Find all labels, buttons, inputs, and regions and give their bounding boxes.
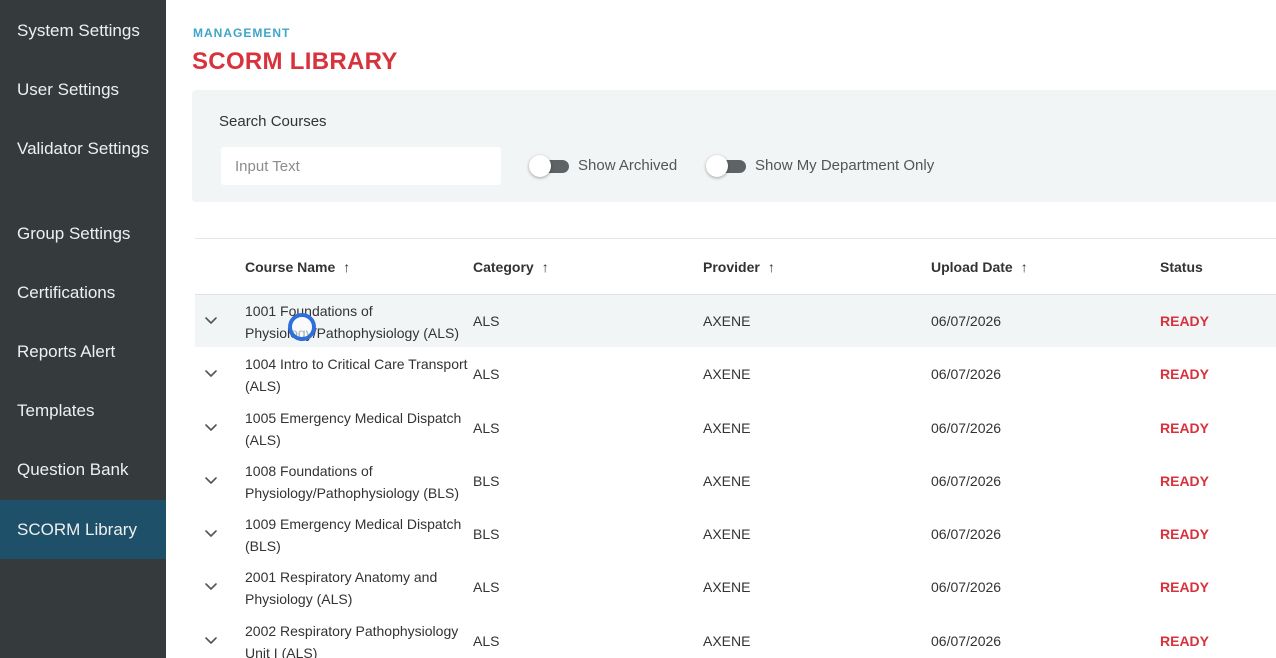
chevron-down-icon[interactable]	[203, 312, 219, 328]
arrow-up-icon: ↑	[767, 259, 775, 275]
column-header-status: Status	[1160, 259, 1203, 275]
arrow-up-icon: ↑	[541, 259, 549, 275]
filter-panel: Search Courses Show Archived Show My Dep…	[192, 90, 1276, 202]
table-row[interactable]: 1009 Emergency Medical Dispatch (BLS) BLS…	[195, 508, 1276, 562]
table-row[interactable]: 1005 Emergency Medical Dispatch (ALS) ALS…	[195, 402, 1276, 455]
course-name-cell: 1004 Intro to Critical Care Transport (A…	[245, 356, 468, 395]
provider-cell: AXENE	[703, 313, 751, 329]
chevron-down-icon[interactable]	[203, 365, 219, 381]
section-eyebrow: MANAGEMENT	[193, 26, 291, 40]
sidebar-item-validator-settings[interactable]: Validator Settings	[0, 136, 150, 162]
sidebar-item-system-settings[interactable]: System Settings	[0, 18, 166, 44]
category-cell: ALS	[473, 313, 500, 329]
upload-date-cell: 06/07/2026	[931, 579, 1002, 596]
course-name-cell: 1005 Emergency Medical Dispatch (ALS)	[245, 409, 462, 448]
upload-date-cell: 06/07/2026	[931, 472, 1002, 489]
provider-cell: AXENE	[703, 419, 751, 436]
toggle-knob	[706, 155, 728, 177]
page-title: SCORM LIBRARY	[192, 48, 398, 75]
status-badge: READY	[1160, 526, 1210, 543]
column-header-course-name[interactable]: Course Name ↑	[245, 259, 350, 275]
category-cell: ALS	[473, 632, 500, 649]
table-body: 1001 Foundations of Physiology/Pathophys…	[195, 295, 1276, 658]
sidebar-item-group-settings[interactable]: Group Settings	[0, 221, 166, 247]
sidebar-item-scorm-library[interactable]: SCORM Library	[0, 500, 166, 559]
chevron-down-icon[interactable]	[203, 578, 219, 594]
provider-cell: AXENE	[703, 366, 751, 383]
table-row[interactable]: 1001 Foundations of Physiology/Pathophys…	[195, 295, 1276, 349]
status-badge: READY	[1160, 472, 1210, 489]
show-archived-label: Show Archived	[578, 157, 678, 174]
click-cursor-icon	[288, 313, 316, 341]
status-badge: READY	[1160, 632, 1210, 649]
courses-table: Course Name ↑ Category ↑ Provider ↑ Upload …	[195, 238, 1276, 658]
category-cell: ALS	[473, 366, 500, 383]
chevron-down-icon[interactable]	[203, 472, 219, 488]
table-row[interactable]: 1004 Intro to Critical Care Transport (A…	[195, 348, 1276, 402]
sidebar-item-certifications[interactable]: Certifications	[0, 280, 166, 306]
course-name-cell: 2001 Respiratory Anatomy and Physiology …	[245, 569, 438, 608]
chevron-down-icon[interactable]	[203, 419, 219, 435]
upload-date-cell: 06/07/2026	[931, 313, 1002, 329]
upload-date-cell: 06/07/2026	[931, 526, 1002, 543]
provider-cell: AXENE	[703, 526, 751, 543]
arrow-up-icon: ↑	[343, 259, 351, 275]
upload-date-cell: 06/07/2026	[931, 632, 1002, 649]
provider-cell: AXENE	[703, 472, 751, 489]
table-row[interactable]: 2001 Respiratory Anatomy and Physiology …	[195, 561, 1276, 615]
status-badge: READY	[1160, 366, 1210, 383]
upload-date-cell: 06/07/2026	[931, 366, 1002, 383]
column-header-upload-date[interactable]: Upload Date ↑	[931, 259, 1028, 275]
upload-date-cell: 06/07/2026	[931, 419, 1002, 436]
sidebar-item-question-bank[interactable]: Question Bank	[0, 457, 166, 483]
course-name-cell: 1008 Foundations of Physiology/Pathophys…	[245, 462, 460, 501]
search-input[interactable]	[221, 147, 501, 185]
arrow-up-icon: ↑	[1020, 259, 1028, 275]
course-name-cell: 1001 Foundations of Physiology/Pathophys…	[245, 303, 460, 341]
provider-cell: AXENE	[703, 579, 751, 596]
category-cell: BLS	[473, 472, 500, 489]
course-name-cell: 2002 Respiratory Pathophysiology Unit I …	[245, 622, 459, 658]
table-header: Course Name ↑ Category ↑ Provider ↑ Upload …	[195, 239, 1276, 295]
status-badge: READY	[1160, 419, 1210, 436]
table-row[interactable]: 1008 Foundations of Physiology/Pathophys…	[195, 455, 1276, 509]
category-cell: BLS	[473, 526, 500, 543]
course-name-cell: 1009 Emergency Medical Dispatch (BLS)	[245, 516, 462, 555]
provider-cell: AXENE	[703, 632, 751, 649]
column-header-provider[interactable]: Provider ↑	[703, 259, 775, 275]
chevron-down-icon[interactable]	[203, 525, 219, 541]
sidebar-item-templates[interactable]: Templates	[0, 398, 166, 424]
table-row[interactable]: 2002 Respiratory Pathophysiology Unit I …	[195, 615, 1276, 658]
main-content: MANAGEMENT SCORM LIBRARY Search Courses …	[166, 0, 1276, 658]
status-badge: READY	[1160, 313, 1210, 329]
search-label: Search Courses	[219, 113, 327, 130]
column-header-category[interactable]: Category ↑	[473, 259, 549, 275]
chevron-down-icon[interactable]	[203, 632, 219, 648]
sidebar-item-user-settings[interactable]: User Settings	[0, 77, 166, 103]
sidebar: System Settings User Settings Validator …	[0, 0, 166, 658]
category-cell: ALS	[473, 419, 500, 436]
show-my-department-label: Show My Department Only	[755, 157, 935, 174]
toggle-knob	[529, 155, 551, 177]
category-cell: ALS	[473, 579, 500, 596]
status-badge: READY	[1160, 579, 1210, 596]
sidebar-item-reports-alert[interactable]: Reports Alert	[0, 339, 166, 365]
